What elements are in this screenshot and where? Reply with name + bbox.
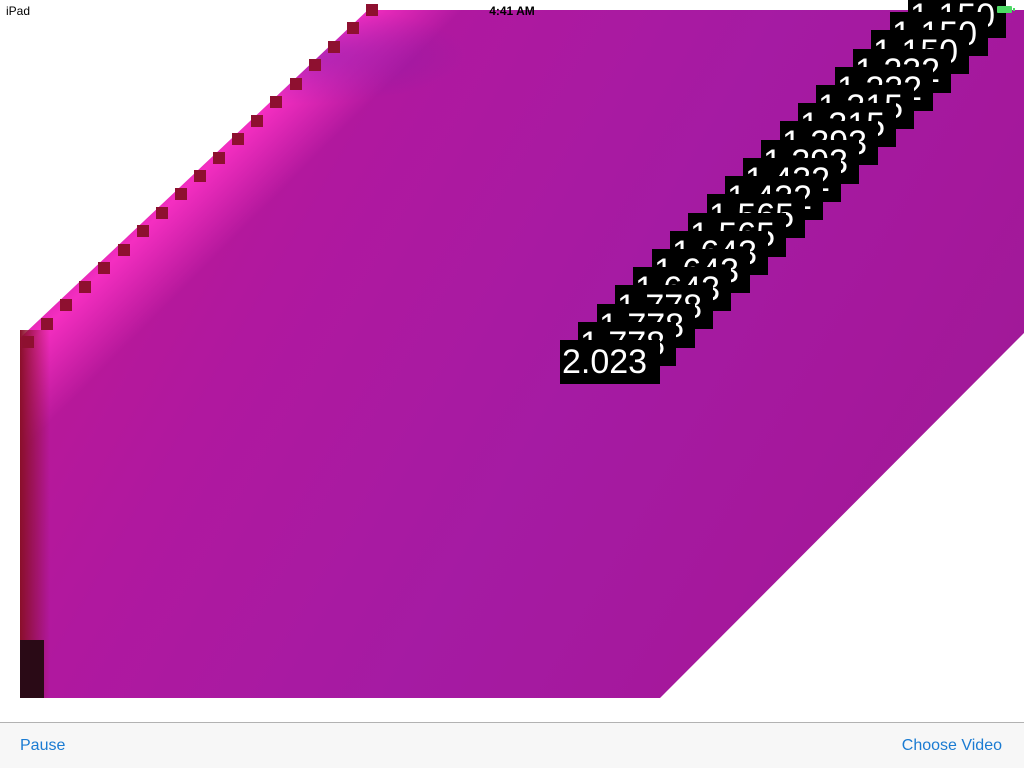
trail-edge-step [232,133,244,145]
trail-edge-step [22,336,34,348]
bottom-toolbar: Pause Choose Video [0,722,1024,768]
trail-edge-step [118,244,130,256]
trail-edge-step [60,299,72,311]
battery-tip-icon [1013,8,1015,11]
pause-button[interactable]: Pause [20,737,65,755]
trail-edge-step [98,262,110,274]
trail-edge-step [347,22,359,34]
status-bar: iPad 4:41 AM [0,0,1024,20]
trail-edge-step [79,281,91,293]
measurement-label: 2.023 [560,340,660,384]
trail-edge-step [213,152,225,164]
video-dark-corner [20,640,44,698]
trail-edge-step [309,59,321,71]
choose-video-button[interactable]: Choose Video [902,737,1002,755]
trail-edge-step [41,318,53,330]
trail-edge-step [137,225,149,237]
trail-edge-step [175,188,187,200]
video-preview: 1.1501.1501.1501.2321.2321.3151.3151.393… [0,0,1024,698]
trail-edge-step [328,41,340,53]
trail-edge-step [194,170,206,182]
trail-edge-step [156,207,168,219]
battery-icon [997,6,1012,13]
clock: 4:41 AM [489,4,535,18]
trail-edge-step [251,115,263,127]
trail-edge-step [290,78,302,90]
app-screen: 1.1501.1501.1501.2321.2321.3151.3151.393… [0,0,1024,768]
trail-edge-step [270,96,282,108]
